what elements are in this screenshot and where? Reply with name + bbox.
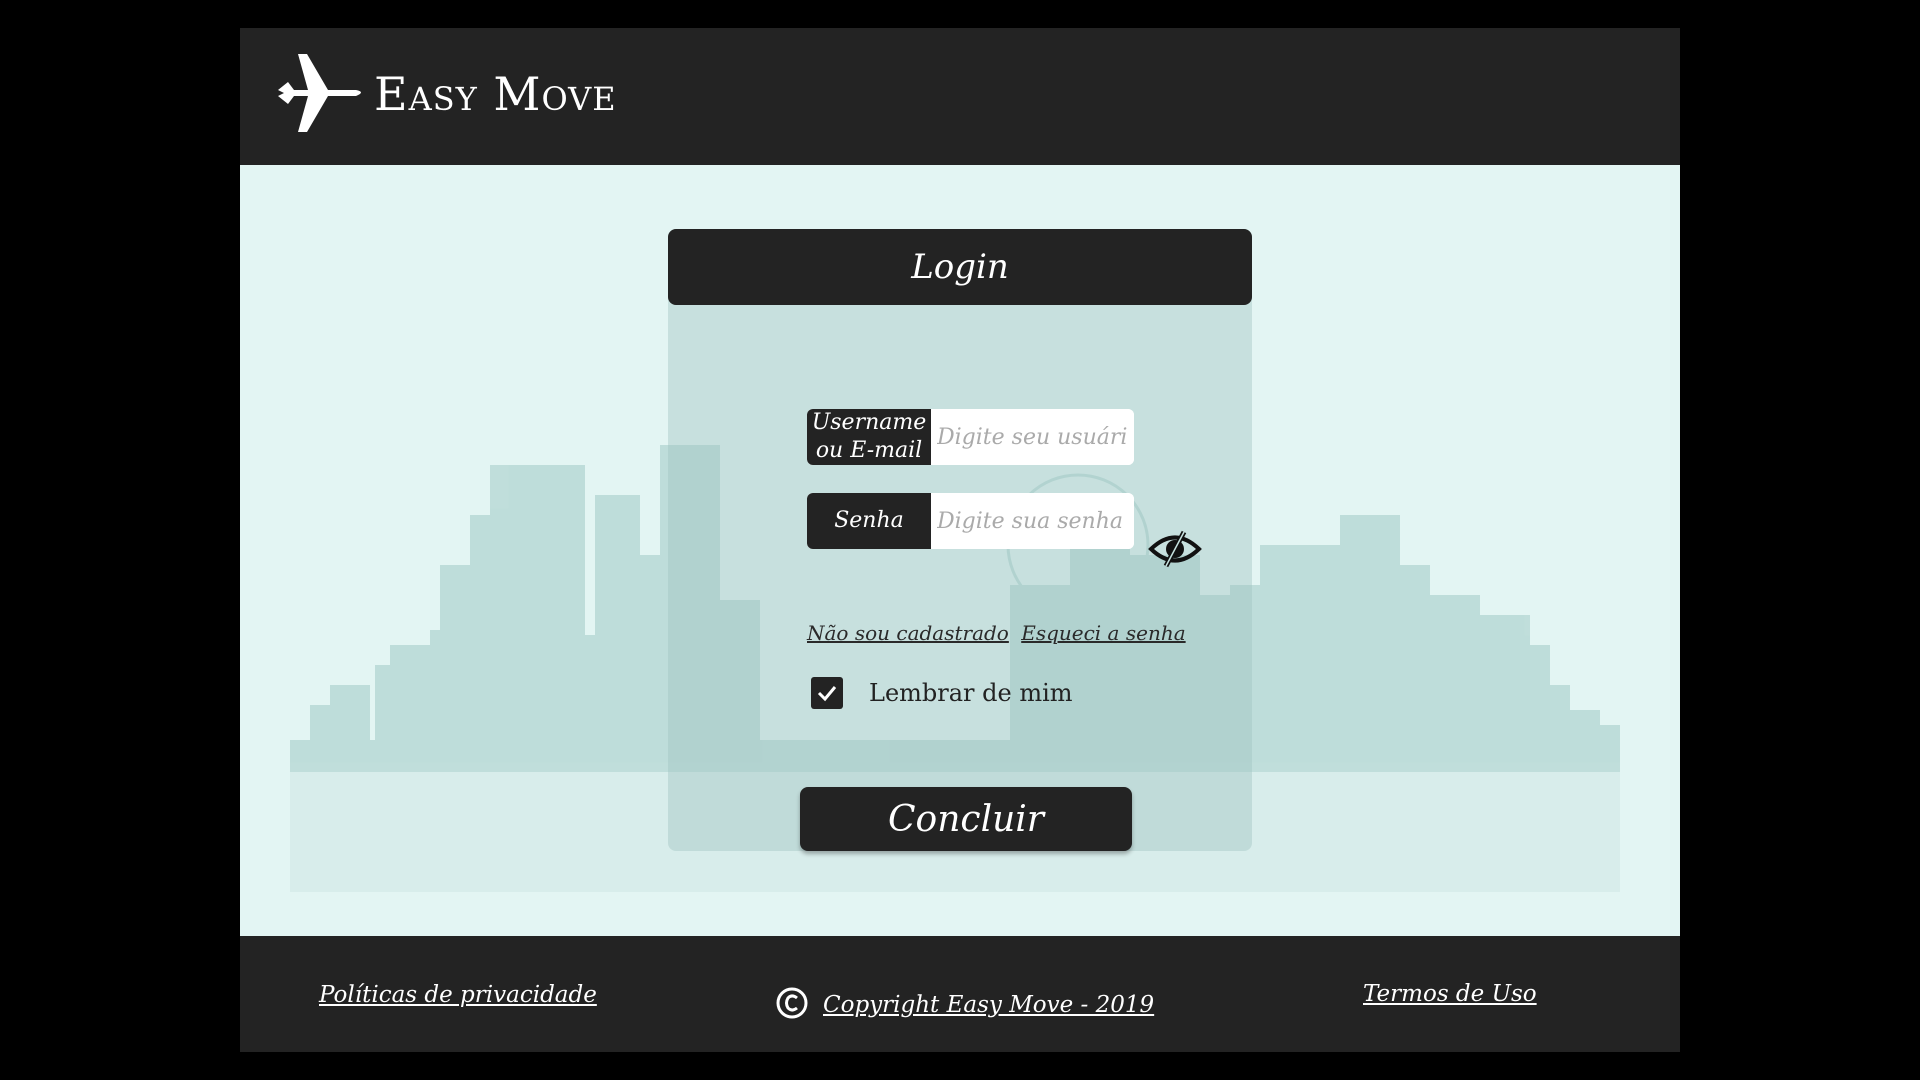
remember-me[interactable]: Lembrar de mim (811, 677, 1073, 709)
copyright-icon (775, 986, 809, 1024)
username-field: Username ou E-mail (807, 409, 1134, 465)
copyright: Copyright Easy Move - 2019 (775, 986, 1154, 1024)
app-frame: Easy Move Login Username ou E-mail Digit… (240, 28, 1680, 1052)
logo[interactable]: Easy Move (274, 50, 617, 138)
eye-slash-icon[interactable] (1148, 528, 1202, 570)
footer: Políticas de privacidade Copyright Easy … (240, 936, 1680, 1052)
login-card: Login Username ou E-mail Senha Nã (668, 229, 1252, 851)
remember-me-checkbox[interactable] (811, 677, 843, 709)
account-links: Não sou cadastrado Esqueci a senha (807, 621, 1186, 645)
login-title: Login (668, 229, 1252, 305)
password-input[interactable] (931, 493, 1134, 549)
checkmark-icon (817, 686, 837, 702)
username-label-line1: Username (811, 410, 927, 435)
terms-of-use-link[interactable]: Termos de Uso (1363, 981, 1537, 1007)
brand-name: Easy Move (374, 67, 617, 121)
top-bar: Easy Move (240, 28, 1680, 165)
submit-button[interactable]: Concluir (800, 787, 1132, 851)
username-input[interactable] (931, 409, 1134, 465)
password-field: Senha (807, 493, 1134, 549)
password-label: Senha (807, 493, 931, 549)
airplane-icon (274, 50, 366, 138)
copyright-link[interactable]: Copyright Easy Move - 2019 (823, 992, 1154, 1018)
forgot-password-link[interactable]: Esqueci a senha (1021, 621, 1185, 645)
username-label-line2: ou E-mail (815, 438, 923, 463)
register-link[interactable]: Não sou cadastrado (807, 621, 1009, 645)
username-label: Username ou E-mail (807, 409, 931, 465)
remember-me-label: Lembrar de mim (869, 679, 1073, 707)
privacy-policy-link[interactable]: Políticas de privacidade (319, 982, 597, 1008)
